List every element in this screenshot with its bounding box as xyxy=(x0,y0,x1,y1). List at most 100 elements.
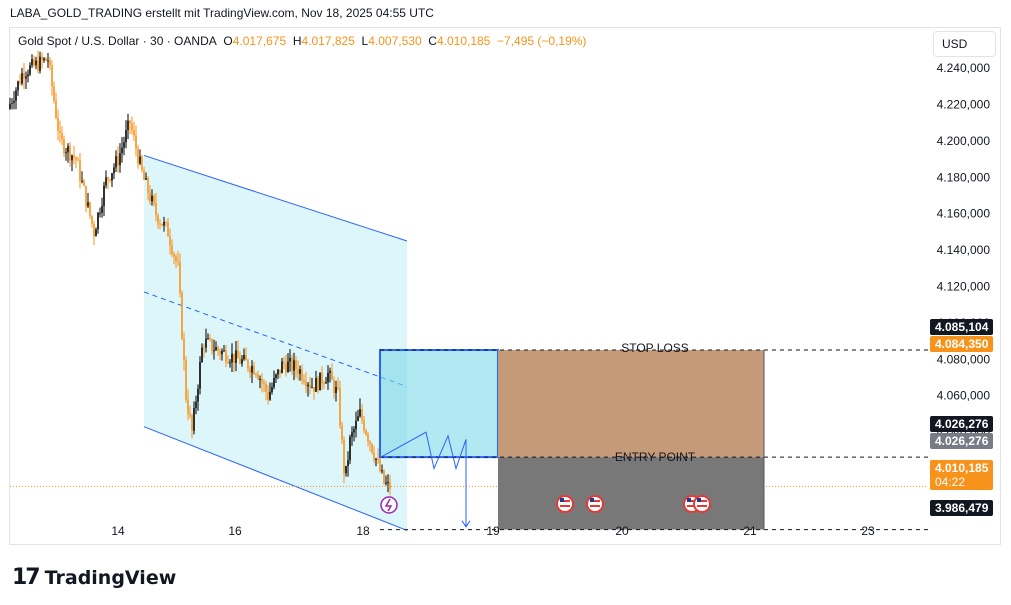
candle-body xyxy=(149,193,151,202)
candle-body xyxy=(273,378,275,388)
candle-body xyxy=(235,350,237,363)
candle-body xyxy=(277,369,279,375)
candle-body xyxy=(371,443,373,453)
candle-body xyxy=(187,399,189,414)
target-tag: 3.986,479 xyxy=(930,500,994,516)
candle-body xyxy=(361,409,363,420)
candle-body xyxy=(275,374,277,379)
candle-body xyxy=(153,195,155,203)
candle-body xyxy=(75,157,77,160)
candle-body xyxy=(221,350,223,355)
candle-body xyxy=(249,368,251,373)
stop-current-tag: 4.084,350 xyxy=(930,336,994,352)
candle-body xyxy=(269,392,271,400)
last-price-value: 4.010,185 xyxy=(935,461,989,475)
candle-body xyxy=(161,223,163,226)
candle-body xyxy=(165,221,167,223)
candle-body xyxy=(313,387,315,392)
flag-stripe xyxy=(697,505,707,507)
last-price-tag: 4.010,185 04:22 xyxy=(930,460,994,490)
candle-body xyxy=(223,350,225,352)
candle-body xyxy=(209,338,211,340)
candle-body xyxy=(225,350,227,363)
candle-body xyxy=(317,378,319,391)
candle-body xyxy=(255,374,257,376)
candle-body xyxy=(357,416,359,421)
candle-body xyxy=(363,419,365,431)
candle-body xyxy=(329,370,331,373)
candle-body xyxy=(43,58,45,61)
candle-body xyxy=(119,153,121,166)
candle-body xyxy=(377,458,379,460)
candle-body xyxy=(347,460,349,466)
candle-body xyxy=(287,361,289,372)
candle-body xyxy=(383,470,385,484)
candle-body xyxy=(265,383,267,392)
candle-body xyxy=(79,160,81,181)
candle-body xyxy=(45,58,47,61)
candle-body xyxy=(381,470,383,472)
candle-body xyxy=(131,123,133,131)
candle-body xyxy=(83,180,85,187)
candle-body xyxy=(133,130,135,136)
candle-body xyxy=(107,177,109,180)
y-tick-label: 4.220,000 xyxy=(937,97,991,111)
candle-body xyxy=(145,178,147,180)
us-event-flag-icon xyxy=(693,495,711,513)
candle-body xyxy=(389,482,391,490)
candle-body xyxy=(271,387,273,393)
candle-body xyxy=(169,236,171,246)
candle-body xyxy=(199,361,201,389)
candle-body xyxy=(129,120,131,124)
candle-body xyxy=(219,350,221,355)
candle-body xyxy=(53,86,55,101)
candle-body xyxy=(117,156,119,166)
candle-body xyxy=(365,430,367,435)
candle-body xyxy=(163,221,165,226)
candle-body xyxy=(57,117,59,131)
candle-body xyxy=(315,378,317,392)
chart-canvas[interactable]: STOP LOSS ENTRY POINT 4.240,000 4.220,000 4… xyxy=(0,0,1011,605)
tradingview-logo[interactable]: 17 TradingView xyxy=(12,565,176,590)
y-tick-label: 4.180,000 xyxy=(937,170,991,184)
candle-body xyxy=(63,139,65,154)
y-tick-label: 4.160,000 xyxy=(937,207,991,221)
candle-body xyxy=(311,387,313,389)
candle-body xyxy=(33,59,35,66)
candle-body xyxy=(197,388,199,402)
candle-body xyxy=(215,347,217,351)
candle-body xyxy=(243,354,245,360)
candle-body xyxy=(227,362,229,364)
candle-body xyxy=(19,81,21,84)
candle-body xyxy=(171,245,173,255)
candle-body xyxy=(73,155,75,158)
candle-body xyxy=(303,379,305,383)
tradingview-logo-text: TradingView xyxy=(44,566,177,589)
stop-loss-zone xyxy=(498,350,764,458)
candle-body xyxy=(159,223,161,225)
candle-body xyxy=(15,90,17,101)
flag-canton xyxy=(560,498,564,502)
candle-body xyxy=(375,458,377,460)
candle-body xyxy=(351,432,353,437)
candle-body xyxy=(367,434,369,442)
candle-body xyxy=(195,401,197,409)
y-tick-label: 4.140,000 xyxy=(937,243,991,257)
candle-body xyxy=(109,179,111,181)
candle-body xyxy=(85,186,87,207)
candle-body xyxy=(9,103,11,109)
x-tick-label: 18 xyxy=(356,524,370,538)
candle-body xyxy=(337,387,339,389)
candle-body xyxy=(201,347,203,362)
candle-body xyxy=(291,357,293,371)
candle-body xyxy=(67,146,69,153)
candle-body xyxy=(21,73,23,84)
candle-body xyxy=(259,378,261,380)
candle-body xyxy=(17,81,19,91)
candle-body xyxy=(293,360,295,371)
candle-body xyxy=(101,205,103,213)
candle-body xyxy=(379,459,381,471)
candle-body xyxy=(341,425,343,440)
candle-body xyxy=(345,465,347,474)
candle-body xyxy=(181,292,183,339)
